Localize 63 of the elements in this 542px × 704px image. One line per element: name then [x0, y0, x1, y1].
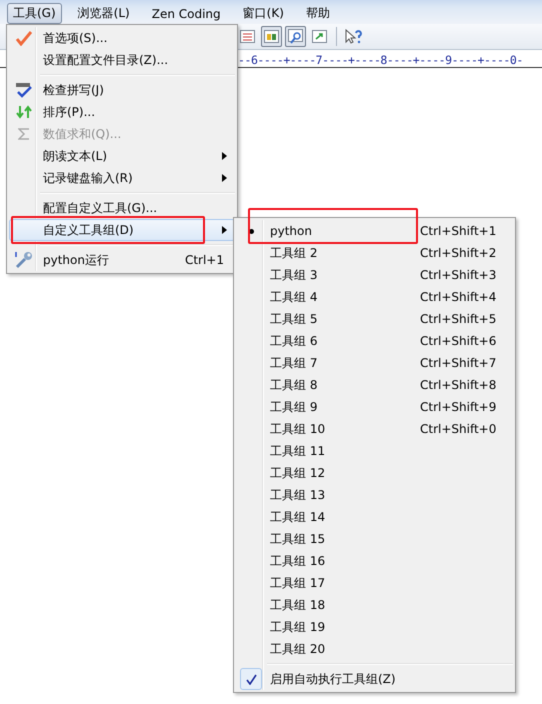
menu-item[interactable]: 排序(P)...	[9, 101, 235, 123]
menu-bar-item[interactable]: 工具(G)	[7, 3, 62, 24]
menu-item[interactable]: python Ctrl+Shift+1	[236, 220, 513, 242]
check-icon	[16, 30, 32, 46]
shortcut-label: Ctrl+Shift+2	[420, 246, 498, 260]
menu-item[interactable]: 工具组 16	[236, 550, 513, 572]
shortcut-label: Ctrl+Shift+4	[420, 290, 498, 304]
menu-item[interactable]: 设置配置文件目录(Z)...	[9, 49, 235, 71]
export-window-icon	[312, 30, 327, 43]
sigma-icon	[18, 127, 30, 141]
menu-bar-item[interactable]: 浏览器(L)	[72, 3, 136, 24]
menu-item[interactable]: 工具组 10 Ctrl+Shift+0	[236, 418, 513, 440]
shortcut-label: Ctrl+Shift+0	[420, 422, 498, 436]
ruler: --6----+----7----+----8----+----9----+----0-	[238, 53, 523, 67]
menu-item[interactable]: 朗读文本(L)	[9, 145, 235, 167]
shortcut-label: Ctrl+Shift+7	[420, 356, 498, 370]
shortcut-label: Ctrl+Shift+5	[420, 312, 498, 326]
submenu-arrow-icon	[222, 174, 227, 182]
shortcut-label: Ctrl+1	[184, 253, 224, 267]
radio-bullet-icon	[248, 228, 254, 234]
shortcut-label: Ctrl+Shift+3	[420, 268, 498, 282]
checkmark-icon	[240, 668, 262, 690]
magnifier-window-icon	[288, 29, 303, 44]
menu-item[interactable]: 工具组 18	[236, 594, 513, 616]
menu-item[interactable]: 工具组 8 Ctrl+Shift+8	[236, 374, 513, 396]
menu-item[interactable]: 工具组 6 Ctrl+Shift+6	[236, 330, 513, 352]
menu-item[interactable]: 自定义工具组(D)	[9, 219, 235, 241]
menu-item[interactable]: 工具组 2 Ctrl+Shift+2	[236, 242, 513, 264]
menu-item[interactable]: 工具组 7 Ctrl+Shift+7	[236, 352, 513, 374]
menu-item[interactable]: 工具组 20	[236, 638, 513, 660]
menu-item[interactable]: python运行 Ctrl+1	[9, 249, 235, 271]
menu-item[interactable]: 启用自动执行工具组(Z)	[236, 668, 513, 690]
menu-bar-item[interactable]: 窗口(K)	[236, 3, 290, 24]
menu-bar-item[interactable]: 帮助	[300, 3, 336, 24]
submenu-arrow-icon	[222, 226, 227, 234]
menu-item[interactable]: 记录键盘输入(R)	[9, 167, 235, 189]
help-pointer-icon	[345, 28, 362, 44]
wrench-icon	[14, 251, 34, 269]
toolbar-button[interactable]	[261, 26, 282, 47]
menu-item[interactable]: 工具组 19	[236, 616, 513, 638]
layout-window-icon	[264, 30, 279, 43]
sort-arrows-icon	[16, 105, 32, 119]
shortcut-label: Ctrl+Shift+8	[420, 378, 498, 392]
shortcut-label: Ctrl+Shift+1	[420, 224, 498, 238]
list-window-icon	[240, 30, 255, 43]
menu-item[interactable]: 工具组 14	[236, 506, 513, 528]
menu-item[interactable]: 工具组 13	[236, 484, 513, 506]
menu-item[interactable]: 工具组 17	[236, 572, 513, 594]
menu-item[interactable]: 工具组 11	[236, 440, 513, 462]
menu-item[interactable]: 工具组 15	[236, 528, 513, 550]
shortcut-label: Ctrl+Shift+9	[420, 400, 498, 414]
menu-item[interactable]: 工具组 4 Ctrl+Shift+4	[236, 286, 513, 308]
menu-item[interactable]: 工具组 5 Ctrl+Shift+5	[236, 308, 513, 330]
menu-item[interactable]: 配置自定义工具(G)...	[9, 197, 235, 219]
submenu-arrow-icon	[222, 152, 227, 160]
spell-check-icon	[15, 82, 33, 98]
menu-item[interactable]: 工具组 12	[236, 462, 513, 484]
menu-item[interactable]: 工具组 3 Ctrl+Shift+3	[236, 264, 513, 286]
shortcut-label: Ctrl+Shift+6	[420, 334, 498, 348]
menu-bar-item[interactable]: Zen Coding	[146, 3, 227, 24]
toolbar-button[interactable]	[285, 26, 306, 47]
menu-item[interactable]: 工具组 9 Ctrl+Shift+9	[236, 396, 513, 418]
menu-item[interactable]: 检查拼写(J)	[9, 79, 235, 101]
